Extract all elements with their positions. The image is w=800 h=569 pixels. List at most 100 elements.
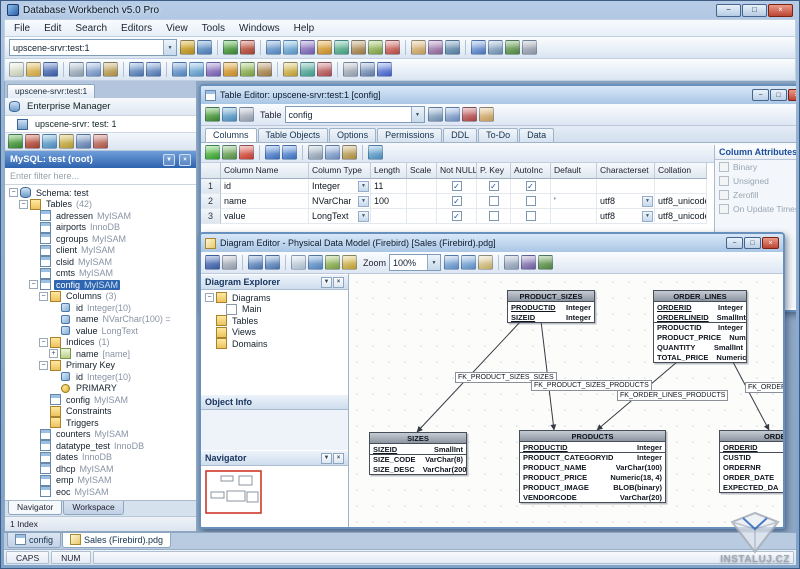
collapse-icon[interactable]: −	[205, 293, 214, 303]
tree-node-emp[interactable]: emp MyISAM	[5, 474, 196, 487]
tree-node-dates[interactable]: dates InnoDB	[5, 451, 196, 464]
grid-header-collation[interactable]: Collation	[655, 163, 707, 179]
tab-permissions[interactable]: Permissions	[377, 128, 443, 142]
tab-columns[interactable]: Columns	[205, 128, 257, 142]
tab-to-do[interactable]: To-Do	[478, 128, 519, 142]
tree-node-client[interactable]: client MyISAM	[5, 244, 196, 257]
tree-node-datatype-test[interactable]: datatype_test InnoDB	[5, 440, 196, 452]
te-compile-icon[interactable]	[205, 107, 220, 122]
paste-rows-icon[interactable]	[342, 145, 357, 160]
document-tab-sales-firebird-pdg[interactable]: Sales (Firebird).pdg	[62, 533, 172, 548]
menu-view[interactable]: View	[159, 22, 195, 35]
tree-node-id[interactable]: id Integer(10)	[5, 302, 196, 314]
table-combo[interactable]: config ▼	[284, 106, 425, 123]
entity-orders[interactable]: ORDERSORDERIDCUSTIDORDERNRORDER_DATEEXPE…	[719, 430, 783, 493]
te-copy-table-icon[interactable]	[444, 107, 460, 122]
tab-ddl[interactable]: DDL	[443, 128, 478, 142]
table-editor-close-button[interactable]: ×	[788, 89, 796, 101]
database-header-menu-icon[interactable]: ▼	[163, 153, 175, 166]
checkbox-cell-auto-inc[interactable]	[525, 196, 536, 206]
views-icon[interactable]	[283, 40, 298, 55]
connect-database-icon[interactable]	[223, 40, 238, 55]
insert-column-icon[interactable]	[222, 145, 237, 160]
add-column-icon[interactable]	[205, 145, 220, 160]
em-connect-icon[interactable]	[8, 134, 23, 149]
server-item[interactable]: upscene-srvr: test: 1	[5, 116, 196, 132]
enterprise-manager-header[interactable]: Enterprise Manager	[5, 98, 196, 116]
checkbox-cell-auto-inc[interactable]: ✓	[525, 181, 536, 191]
checkbox-cell-p-key[interactable]	[488, 196, 499, 206]
trigger-editor-icon[interactable]	[223, 62, 238, 77]
cut-icon[interactable]	[69, 62, 84, 77]
server-properties-icon[interactable]	[197, 40, 212, 55]
entity-products[interactable]: PRODUCTS PRODUCTID Integer PRODUCT_CATEGORY…	[519, 430, 666, 503]
checkbox-cell-p-key[interactable]	[488, 211, 499, 221]
sequence-editor-icon[interactable]	[240, 62, 255, 77]
collapse-icon[interactable]: −	[39, 291, 48, 301]
menu-file[interactable]: File	[7, 22, 37, 35]
em-new-database-icon[interactable]	[59, 134, 74, 149]
tree-node-name[interactable]: + name [name]	[5, 348, 196, 360]
copy-rows-icon[interactable]	[325, 145, 340, 160]
tree-node-config[interactable]: − config MyISAM	[5, 279, 196, 291]
diagram-canvas[interactable]: PRODUCT_SIZES PRODUCTID Integer SIZEID Integ…	[349, 274, 783, 527]
filter-input[interactable]: Enter filter here...	[5, 168, 196, 185]
script-editor-icon[interactable]	[488, 40, 503, 55]
de-zoom-out-icon[interactable]	[461, 255, 477, 270]
tree-node-primary-key[interactable]: − Primary Key	[5, 359, 196, 372]
move-column-up-icon[interactable]	[265, 145, 280, 160]
tree-node-counters[interactable]: counters MyISAM	[5, 428, 196, 441]
de-zoom-in-icon[interactable]	[444, 255, 460, 270]
de-redo-icon[interactable]	[265, 255, 280, 270]
tab-table-objects[interactable]: Table Objects	[257, 128, 329, 142]
open-icon[interactable]	[26, 62, 41, 77]
stored-procedures-icon[interactable]	[300, 40, 315, 55]
cut-rows-icon[interactable]	[308, 145, 323, 160]
connection-combo[interactable]: upscene-srvr:test:1 ▼	[9, 39, 177, 56]
tables-icon[interactable]	[266, 40, 281, 55]
tab-data[interactable]: Data	[519, 128, 555, 142]
tree-node-domains[interactable]: Domains	[201, 338, 348, 350]
tab-options[interactable]: Options	[329, 128, 377, 142]
tree-node-diagrams[interactable]: − Diagrams	[201, 292, 348, 304]
table-editor-minimize-button[interactable]: −	[752, 89, 769, 101]
relationship-label-fk-order-lines-orders[interactable]: FK_ORDER_LINES_ORDERS	[745, 382, 783, 393]
redo-icon[interactable]	[146, 62, 161, 77]
em-disconnect-icon[interactable]	[25, 134, 40, 149]
tree-node-main[interactable]: Main	[201, 303, 348, 316]
menu-help[interactable]: Help	[287, 22, 322, 35]
help-icon[interactable]	[377, 62, 392, 77]
te-grant-icon[interactable]	[478, 107, 494, 122]
grid-header-p-key[interactable]: P. Key	[477, 163, 511, 179]
copy-icon[interactable]	[86, 62, 101, 77]
close-icon[interactable]: ×	[333, 276, 344, 288]
table-row[interactable]: 2nameNVarChar▼100✓'utf8▼utf8_unicode_ci	[201, 194, 796, 209]
bottom-tab-workspace[interactable]: Workspace	[63, 501, 124, 515]
de-layers-icon[interactable]	[521, 255, 537, 270]
relationship-label-fk-order-lines-products[interactable]: FK_ORDER_LINES_PRODUCTS	[617, 390, 729, 401]
tree-node-tables[interactable]: Tables	[201, 315, 348, 327]
tree-node-clsid[interactable]: clsid MyISAM	[5, 256, 196, 268]
users-icon[interactable]	[411, 40, 426, 55]
em-database-properties-icon[interactable]	[76, 134, 91, 149]
triggers-icon[interactable]	[317, 40, 332, 55]
diagram-editor-titlebar[interactable]: Diagram Editor - Physical Data Model (Fi…	[201, 234, 783, 252]
tree-node-cgroups[interactable]: cgroups MyISAM	[5, 233, 196, 245]
close-icon[interactable]: ×	[333, 452, 344, 464]
domains-icon[interactable]	[351, 40, 366, 55]
de-pan-icon[interactable]	[478, 255, 494, 270]
tree-node-name[interactable]: name NVarChar(100) =	[5, 314, 196, 326]
tree-node-dhcp[interactable]: dhcp MyISAM	[5, 463, 196, 475]
tree-node-columns[interactable]: − Columns (3)	[5, 290, 196, 303]
tree-node-config[interactable]: config MyISAM	[5, 394, 196, 406]
menu-editors[interactable]: Editors	[114, 22, 159, 35]
bottom-tab-navigator[interactable]: Navigator	[8, 501, 63, 515]
grid-header-scale[interactable]: Scale	[407, 163, 437, 179]
tree-node-constraints[interactable]: Constraints	[5, 405, 196, 418]
entity-order-lines[interactable]: ORDER_LINES ORDERID Integer ORDERLINEID Smal…	[653, 290, 747, 363]
delete-column-icon[interactable]	[239, 145, 254, 160]
table-editor-titlebar[interactable]: Table Editor: upscene-srvr:test:1 [confi…	[201, 86, 796, 104]
tree-node-indices[interactable]: − Indices (1)	[5, 336, 196, 349]
collapse-icon[interactable]: −	[39, 360, 48, 370]
tree-node-adressen[interactable]: adressen MyISAM	[5, 210, 196, 222]
